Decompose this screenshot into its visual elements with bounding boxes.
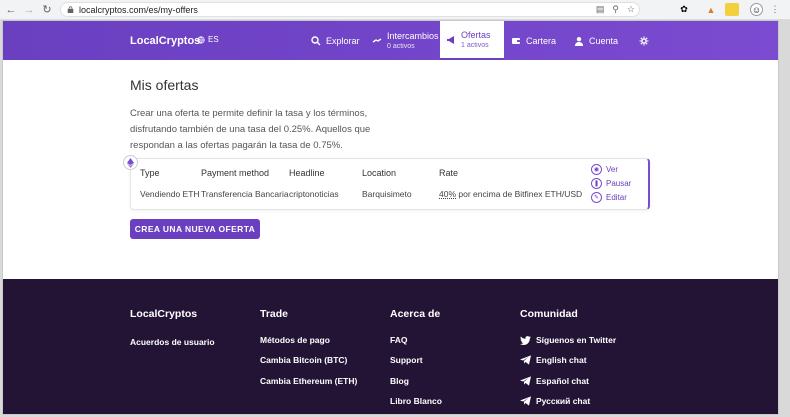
address-bar[interactable]: localcryptos.com/es/my-offers ▤ ⚲ ☆ xyxy=(60,2,640,17)
nav-intercambios[interactable]: Intercambios 0 activos xyxy=(372,21,439,60)
offer-rate-reference: por encima de Bitfinex ETH/USD xyxy=(456,189,583,199)
edit-offer-button[interactable]: ✎ Editar xyxy=(591,192,627,203)
handshake-icon xyxy=(372,37,382,43)
eye-icon: ◉ xyxy=(591,164,602,175)
footer-english-chat-label: English chat xyxy=(536,355,587,365)
footer-link-trade-btc[interactable]: Cambia Bitcoin (BTC) xyxy=(260,355,347,365)
nav-ofertas-label: Ofertas xyxy=(461,30,491,40)
footer-link-payment-methods[interactable]: Métodos de pago xyxy=(260,335,330,345)
footer-link-russian-chat[interactable]: Русский chat xyxy=(520,396,590,406)
reload-icon[interactable]: ↻ xyxy=(40,3,54,17)
footer-link-support[interactable]: Support xyxy=(390,355,423,365)
forward-icon[interactable]: → xyxy=(22,3,36,17)
col-header-payment: Payment method xyxy=(201,168,270,178)
footer-link-trade-eth[interactable]: Cambia Ethereum (ETH) xyxy=(260,376,357,386)
footer-link-twitter[interactable]: Síguenos en Twitter xyxy=(520,335,616,345)
footer-russian-chat-label: Русский chat xyxy=(536,396,591,406)
menu-kebab-icon[interactable]: ⋮ xyxy=(770,3,780,16)
wallet-icon xyxy=(512,37,520,44)
language-code: ES xyxy=(208,35,219,44)
create-offer-button[interactable]: CREA UNA NUEVA OFERTA xyxy=(130,219,260,239)
nav-cartera[interactable]: Cartera xyxy=(511,21,556,60)
col-header-type: Type xyxy=(140,168,160,178)
page-viewport: LocalCryptos ES Explorar Intercambios 0 … xyxy=(2,20,779,415)
telegram-icon xyxy=(520,396,531,406)
footer-twitter-label: Síguenos en Twitter xyxy=(536,335,617,345)
footer-about-title: Acerca de xyxy=(390,308,441,320)
metamask-icon[interactable]: ▲ xyxy=(704,3,718,16)
twitter-icon xyxy=(520,335,531,345)
pause-icon: ❚ xyxy=(591,178,602,189)
search-icon xyxy=(311,35,321,45)
zoom-icon[interactable]: ⚲ xyxy=(612,4,619,15)
translate-icon[interactable]: ▤ xyxy=(596,4,605,15)
page-description: Crear una oferta te permite definir la t… xyxy=(130,108,371,151)
globe-icon xyxy=(197,35,205,44)
language-selector[interactable]: ES xyxy=(197,35,219,44)
nav-cuenta-label: Cuenta xyxy=(589,35,619,46)
nav-intercambios-count: 0 activos xyxy=(387,43,415,50)
footer-link-blog[interactable]: Blog xyxy=(390,376,409,386)
nav-cartera-label: Cartera xyxy=(526,35,557,46)
nav-explorar[interactable]: Explorar xyxy=(311,21,360,60)
pause-offer-label: Pausar xyxy=(606,179,632,188)
offer-type: Vendiendo ETH xyxy=(140,189,200,199)
offers-table xyxy=(130,158,650,210)
col-header-location: Location xyxy=(362,168,397,178)
back-icon[interactable]: ← xyxy=(4,3,18,17)
footer-brand: LocalCryptos xyxy=(130,308,198,320)
offer-rate-percent: 40% xyxy=(439,189,457,199)
user-icon xyxy=(575,36,583,46)
site-header: LocalCryptos ES Explorar Intercambios 0 … xyxy=(3,21,778,60)
offer-payment-method: Transferencia Bancaria xyxy=(201,189,289,199)
telegram-icon xyxy=(520,355,531,365)
telegram-icon xyxy=(520,376,531,386)
footer-link-faq[interactable]: FAQ xyxy=(390,335,407,345)
nav-cuenta[interactable]: Cuenta xyxy=(574,21,618,60)
nav-explorar-label: Explorar xyxy=(326,35,360,46)
settings-button[interactable] xyxy=(639,21,649,60)
col-header-rate: Rate xyxy=(439,168,459,178)
footer-spanish-chat-label: Español chat xyxy=(536,376,589,386)
offer-headline: criptonoticias xyxy=(289,189,339,199)
col-header-headline: Headline xyxy=(289,168,325,178)
site-footer: LocalCryptos Acuerdos de usuario Trade M… xyxy=(3,279,778,414)
bookmark-star-icon[interactable]: ☆ xyxy=(627,4,635,15)
view-offer-label: Ver xyxy=(606,165,619,174)
footer-community-title: Comunidad xyxy=(520,308,578,320)
view-offer-button[interactable]: ◉ Ver xyxy=(591,164,618,175)
footer-trade-title: Trade xyxy=(260,308,289,320)
pause-offer-button[interactable]: ❚ Pausar xyxy=(591,178,631,189)
gear-icon xyxy=(639,36,649,45)
ethereum-icon xyxy=(123,155,138,170)
brand-logo[interactable]: LocalCryptos xyxy=(130,35,200,47)
footer-link-user-agreement[interactable]: Acuerdos de usuario xyxy=(130,337,215,347)
nav-intercambios-label: Intercambios xyxy=(387,31,439,41)
offer-rate: 40% por encima de Bitfinex ETH/USD xyxy=(439,189,582,199)
extension-icon[interactable]: ✿ xyxy=(678,3,690,16)
url-text: localcryptos.com/es/my-offers xyxy=(79,4,198,15)
nav-ofertas[interactable]: Ofertas 1 activos xyxy=(440,21,504,60)
browser-toolbar: ← → ↻ localcryptos.com/es/my-offers ▤ ⚲ … xyxy=(0,0,790,20)
megaphone-icon xyxy=(447,35,454,44)
page-title: Mis ofertas xyxy=(130,77,199,93)
profile-avatar[interactable]: ☺ xyxy=(750,3,763,16)
edit-offer-label: Editar xyxy=(606,193,627,202)
pencil-icon: ✎ xyxy=(591,192,602,203)
footer-link-spanish-chat[interactable]: Español chat xyxy=(520,376,589,386)
offer-location: Barquisimeto xyxy=(362,189,412,199)
note-extension-icon[interactable] xyxy=(725,3,739,16)
nav-ofertas-count: 1 activos xyxy=(461,42,489,49)
lock-icon xyxy=(67,6,74,13)
footer-link-whitepaper[interactable]: Libro Blanco xyxy=(390,396,442,406)
footer-link-english-chat[interactable]: English chat xyxy=(520,355,587,365)
